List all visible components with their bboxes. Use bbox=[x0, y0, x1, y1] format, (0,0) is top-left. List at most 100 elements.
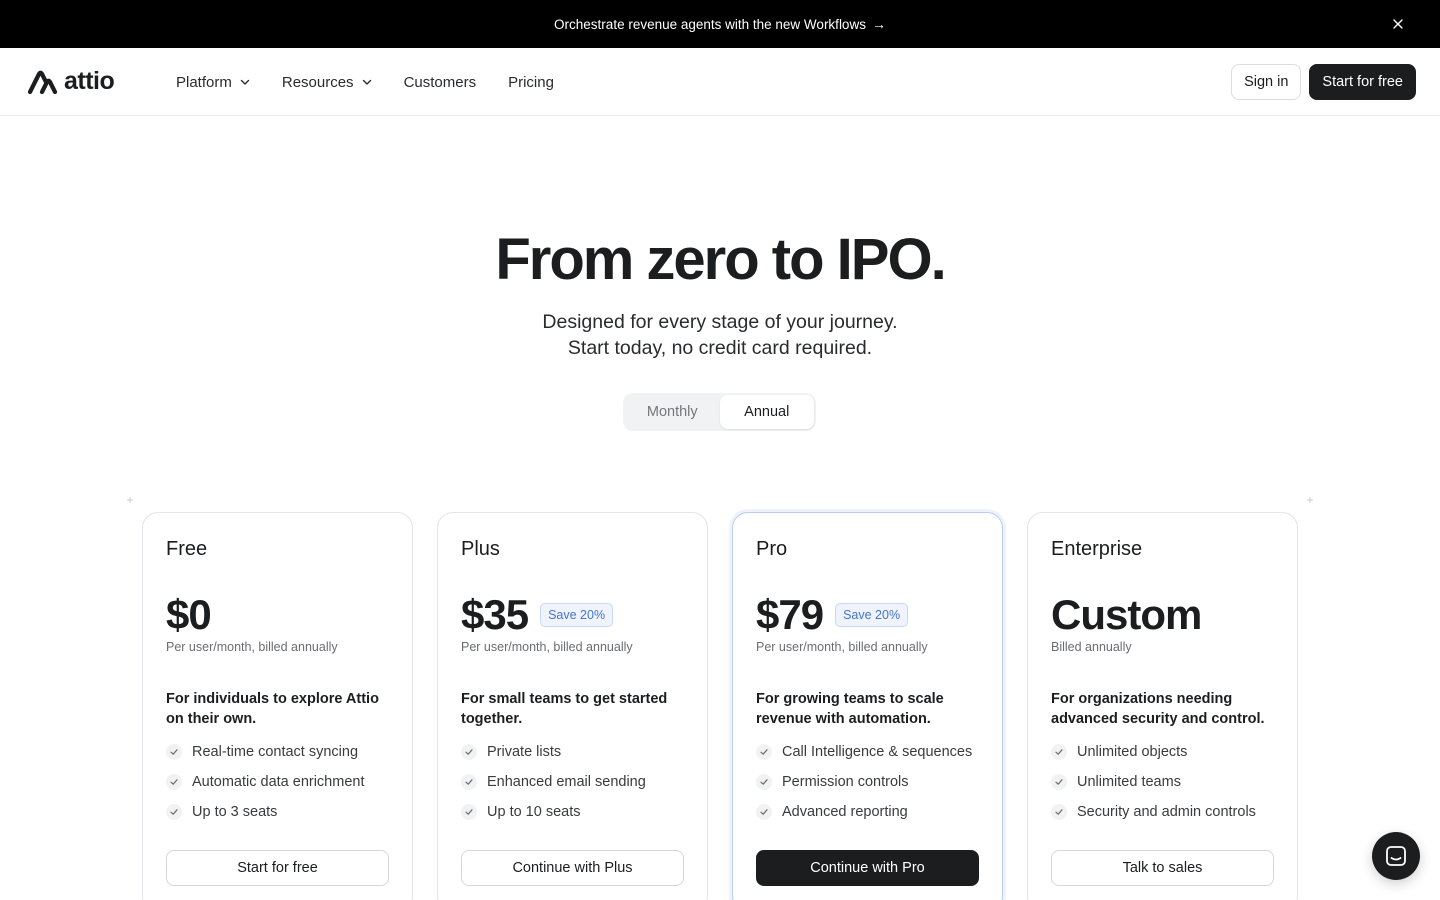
feature-item: Up to 10 seats bbox=[461, 797, 646, 827]
chat-widget-button[interactable] bbox=[1372, 832, 1420, 880]
arrow-right-icon: → bbox=[871, 16, 886, 32]
plan-price: $35 bbox=[461, 591, 529, 638]
feature-item: Call Intelligence & sequences bbox=[756, 737, 972, 767]
decorative-plus-icon: + bbox=[126, 493, 134, 507]
decorative-plus-icon: + bbox=[1306, 493, 1314, 507]
check-icon bbox=[756, 774, 772, 790]
chat-icon bbox=[1386, 846, 1406, 866]
plan-description: For small teams to get started together. bbox=[461, 691, 668, 727]
check-icon bbox=[461, 744, 477, 760]
check-icon bbox=[166, 774, 182, 790]
feature-list: Call Intelligence & sequences Permission… bbox=[756, 737, 972, 827]
feature-item: Up to 3 seats bbox=[166, 797, 364, 827]
nav-item-label: Pricing bbox=[508, 73, 554, 91]
feature-label: Permission controls bbox=[782, 774, 909, 790]
plan-price: Custom bbox=[1051, 591, 1202, 638]
price-row: $35 Save 20% bbox=[461, 591, 614, 639]
subtitle-line-2: Start today, no credit card required. bbox=[567, 337, 873, 359]
plan-card-enterprise: Enterprise Custom Billed annually For or… bbox=[1027, 512, 1298, 900]
feature-item: Real-time contact syncing bbox=[166, 737, 364, 767]
nav-item-pricing[interactable]: Pricing bbox=[508, 74, 554, 91]
check-icon bbox=[756, 744, 772, 760]
talk-to-sales-button[interactable]: Talk to sales bbox=[1051, 850, 1274, 886]
chevron-down-icon bbox=[362, 79, 371, 85]
continue-with-plus-button[interactable]: Continue with Plus bbox=[461, 850, 684, 886]
plan-description: For organizations needing advanced secur… bbox=[1051, 691, 1265, 727]
nav-item-label: Platform bbox=[176, 73, 232, 91]
plan-price: $0 bbox=[166, 591, 212, 638]
plan-card-free: Free $0 Per user/month, billed annually … bbox=[142, 512, 413, 900]
toggle-monthly[interactable]: Monthly bbox=[625, 395, 720, 429]
feature-label: Up to 3 seats bbox=[192, 804, 278, 820]
top-nav: attio Platform Resources Customers Prici… bbox=[0, 48, 1440, 116]
check-icon bbox=[461, 804, 477, 820]
feature-label: Unlimited objects bbox=[1077, 744, 1188, 760]
check-icon bbox=[756, 804, 772, 820]
toggle-annual[interactable]: Annual bbox=[719, 395, 814, 429]
nav-item-customers[interactable]: Customers bbox=[404, 74, 477, 91]
price-row: $0 bbox=[166, 591, 212, 639]
feature-label: Real-time contact syncing bbox=[192, 744, 359, 760]
feature-label: Automatic data enrichment bbox=[192, 774, 365, 790]
feature-item: Enhanced email sending bbox=[461, 767, 646, 797]
plan-billing: Billed annually bbox=[1051, 640, 1132, 654]
feature-label: Advanced reporting bbox=[782, 804, 908, 820]
save-badge: Save 20% bbox=[540, 603, 614, 627]
nav-item-resources[interactable]: Resources bbox=[282, 74, 372, 91]
feature-label: Call Intelligence & sequences bbox=[782, 744, 973, 760]
nav-item-label: Customers bbox=[403, 73, 477, 91]
page-subtitle: Designed for every stage of your journey… bbox=[0, 309, 1440, 361]
feature-label: Private lists bbox=[487, 744, 562, 760]
plan-description: For individuals to explore Attio on thei… bbox=[166, 691, 379, 727]
chevron-down-icon bbox=[240, 79, 250, 85]
plan-billing: Per user/month, billed annually bbox=[756, 640, 928, 654]
price-row: $79 Save 20% bbox=[756, 591, 909, 639]
feature-list: Real-time contact syncing Automatic data… bbox=[166, 737, 364, 827]
page-title: From zero to IPO. bbox=[495, 227, 946, 292]
close-icon[interactable] bbox=[1388, 14, 1408, 34]
announcement-bar: Orchestrate revenue agents with the new … bbox=[0, 0, 1440, 48]
check-icon bbox=[166, 744, 182, 760]
plan-description: For growing teams to scale revenue with … bbox=[756, 691, 944, 727]
feature-item: Advanced reporting bbox=[756, 797, 972, 827]
logo-text: attio bbox=[64, 67, 115, 95]
plan-card-plus: Plus $35 Save 20% Per user/month, billed… bbox=[437, 512, 708, 900]
feature-label: Security and admin controls bbox=[1077, 804, 1256, 820]
feature-item: Automatic data enrichment bbox=[166, 767, 364, 797]
nav-item-label: Resources bbox=[281, 73, 354, 91]
sign-in-button[interactable]: Sign in bbox=[1231, 64, 1302, 100]
subtitle-line-1: Designed for every stage of your journey… bbox=[542, 311, 898, 333]
check-icon bbox=[166, 804, 182, 820]
start-for-free-button[interactable]: Start for free bbox=[166, 850, 389, 886]
feature-label: Up to 10 seats bbox=[487, 804, 581, 820]
check-icon bbox=[1051, 774, 1067, 790]
plan-price: $79 bbox=[756, 591, 824, 638]
main-menu: Platform Resources Customers Pricing bbox=[176, 48, 554, 116]
plan-name: Plus bbox=[461, 538, 500, 560]
feature-item: Unlimited teams bbox=[1051, 767, 1256, 797]
announcement-text: Orchestrate revenue agents with the new … bbox=[554, 16, 866, 32]
plan-card-pro: Pro $79 Save 20% Per user/month, billed … bbox=[732, 512, 1003, 900]
billing-toggle: Monthly Annual bbox=[623, 393, 816, 431]
feature-item: Security and admin controls bbox=[1051, 797, 1256, 827]
announcement-link[interactable]: Orchestrate revenue agents with the new … bbox=[554, 16, 886, 32]
feature-list: Unlimited objects Unlimited teams Securi… bbox=[1051, 737, 1256, 827]
check-icon bbox=[1051, 744, 1067, 760]
nav-actions: Sign in Start for free bbox=[1231, 64, 1416, 100]
feature-label: Enhanced email sending bbox=[487, 774, 646, 790]
continue-with-pro-button[interactable]: Continue with Pro bbox=[756, 850, 979, 886]
feature-item: Permission controls bbox=[756, 767, 972, 797]
price-row: Custom bbox=[1051, 591, 1202, 639]
plan-billing: Per user/month, billed annually bbox=[461, 640, 633, 654]
attio-logo-icon bbox=[28, 70, 58, 94]
start-free-button[interactable]: Start for free bbox=[1309, 64, 1416, 100]
plan-name: Free bbox=[166, 538, 208, 560]
feature-item: Private lists bbox=[461, 737, 646, 767]
save-badge: Save 20% bbox=[835, 603, 909, 627]
plan-name: Enterprise bbox=[1051, 538, 1143, 560]
feature-list: Private lists Enhanced email sending Up … bbox=[461, 737, 646, 827]
attio-logo[interactable]: attio bbox=[28, 67, 115, 95]
nav-item-platform[interactable]: Platform bbox=[176, 74, 250, 91]
plan-name: Pro bbox=[756, 538, 788, 560]
feature-label: Unlimited teams bbox=[1077, 774, 1181, 790]
